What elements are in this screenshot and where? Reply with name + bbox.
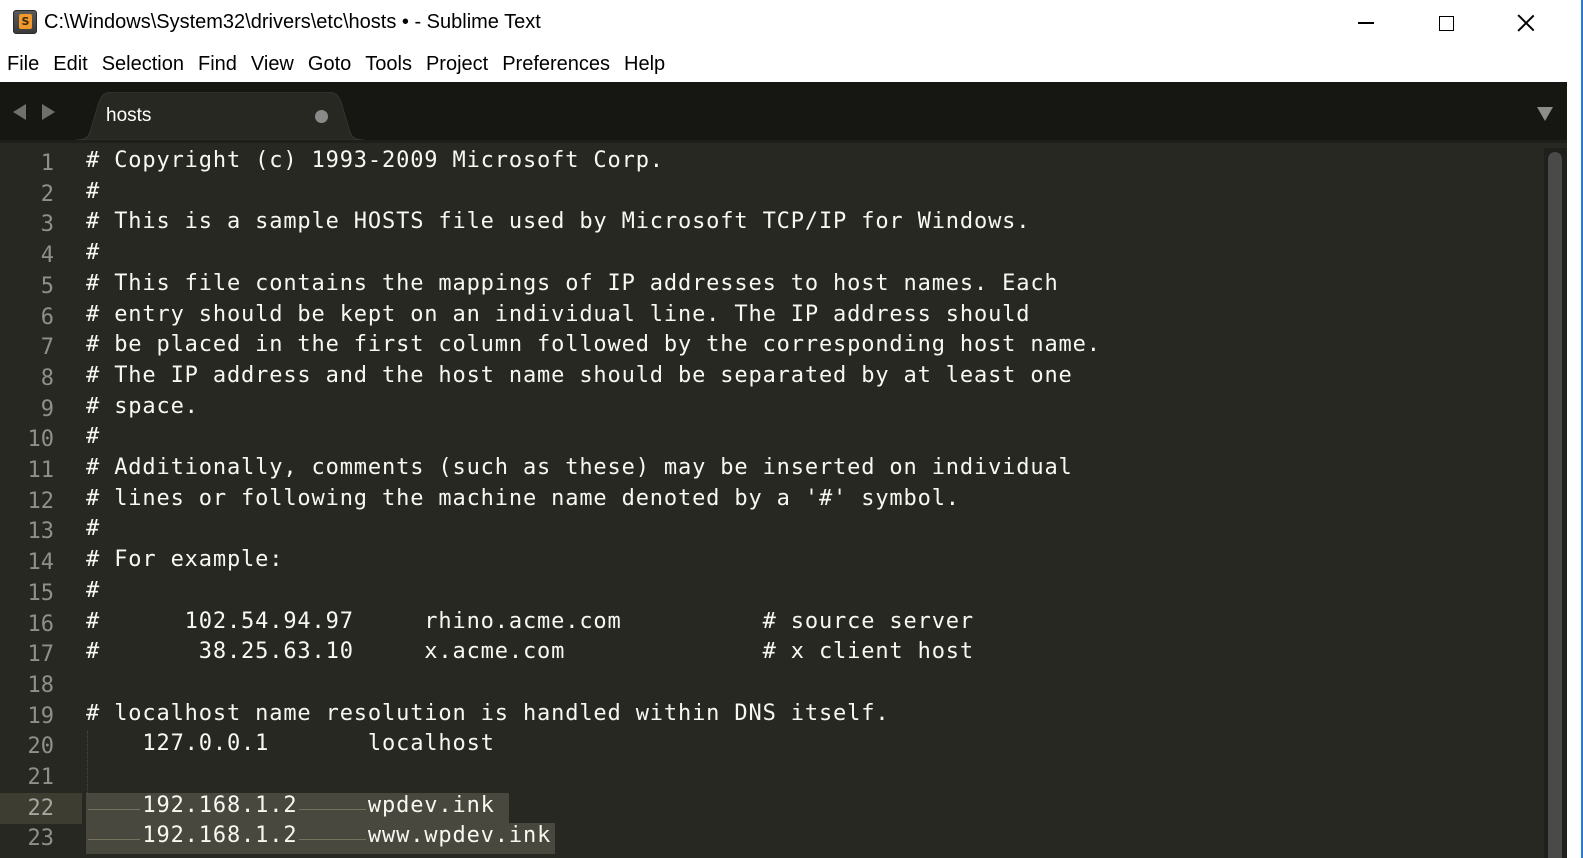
- code-line[interactable]: #: [86, 578, 100, 609]
- menu-find[interactable]: Find: [191, 46, 244, 82]
- code-line[interactable]: # This file contains the mappings of IP …: [86, 271, 1059, 302]
- menu-project[interactable]: Project: [419, 46, 495, 82]
- line-number: 7: [40, 335, 54, 361]
- ip-address: 192.168.1.2: [142, 823, 298, 849]
- minimize-button[interactable]: [1326, 0, 1406, 46]
- code-line[interactable]: # 38.25.63.10 x.acme.com # x client host: [86, 639, 974, 670]
- menu-file[interactable]: File: [0, 46, 46, 82]
- code-line[interactable]: # 102.54.94.97 rhino.acme.com # source s…: [86, 609, 974, 640]
- code-line[interactable]: # lines or following the machine name de…: [86, 486, 960, 517]
- line-number: 2: [40, 181, 54, 207]
- menu-view[interactable]: View: [244, 46, 301, 82]
- next-tab-arrow-icon[interactable]: [42, 104, 55, 120]
- unsaved-dot-icon[interactable]: [315, 110, 328, 123]
- code-line[interactable]: # Additionally, comments (such as these)…: [86, 455, 1073, 486]
- tab-label: hosts: [106, 105, 152, 126]
- menu-goto[interactable]: Goto: [301, 46, 358, 82]
- line-number: 20: [27, 734, 55, 760]
- line-number: 1: [40, 151, 54, 176]
- tab-whitespace-marker: [86, 823, 142, 848]
- ip-address: 192.168.1.2: [142, 792, 298, 818]
- minimize-icon: [1358, 22, 1374, 24]
- code-line[interactable]: # space.: [86, 394, 199, 425]
- tab-list-dropdown-icon[interactable]: [1537, 107, 1553, 121]
- menu-help[interactable]: Help: [617, 46, 672, 82]
- tab-hosts[interactable]: hosts: [75, 92, 365, 140]
- code-line[interactable]: # The IP address and the host name shoul…: [86, 363, 1073, 394]
- code-line[interactable]: 192.168.1.2 wpdev.ink: [86, 793, 495, 824]
- line-number: 21: [27, 765, 55, 790]
- code-line[interactable]: # This is a sample HOSTS file used by Mi…: [86, 209, 1030, 240]
- menu-selection[interactable]: Selection: [95, 46, 191, 82]
- line-number: 9: [40, 396, 54, 422]
- code-line[interactable]: # Copyright (c) 1993-2009 Microsoft Corp…: [86, 148, 664, 179]
- tab-whitespace-marker: [86, 793, 142, 818]
- line-number: 13: [27, 519, 55, 545]
- line-number: 11: [27, 458, 55, 483]
- line-number: 6: [40, 304, 54, 330]
- code-line[interactable]: 192.168.1.2 www.wpdev.ink: [86, 823, 551, 854]
- line-number: 4: [40, 243, 54, 269]
- line-number-gutter: 1 2 3 4 5 6 7 8 9 10 11 12 13 14 15 16 17 18 19 20 21 22 23: [0, 143, 86, 858]
- line-number: 16: [27, 611, 55, 637]
- editor[interactable]: 1 2 3 4 5 6 7 8 9 10 11 12 13 14 15 16 17 18 19 20 21 22 23 # …: [0, 140, 1567, 858]
- line-number: 12: [27, 488, 55, 514]
- line-number: 23: [27, 826, 55, 852]
- close-icon: [1517, 14, 1535, 32]
- code-line[interactable]: # For example:: [86, 547, 283, 578]
- scrollbar-thumb[interactable]: [1548, 152, 1562, 858]
- menu-bar: File Edit Selection Find View Goto Tools…: [0, 46, 1583, 82]
- code-line[interactable]: # entry should be kept on an individual …: [86, 302, 1030, 333]
- code-line[interactable]: #: [86, 240, 100, 271]
- code-line[interactable]: #: [86, 424, 100, 455]
- line-number: 3: [40, 212, 54, 238]
- line-number: 22: [27, 795, 55, 821]
- maximize-button[interactable]: [1406, 0, 1486, 46]
- line-number: 17: [27, 642, 55, 668]
- line-number: 5: [40, 273, 54, 299]
- tab-whitespace-marker: [297, 823, 367, 848]
- code-line[interactable]: 127.0.0.1 localhost: [86, 731, 495, 762]
- menu-edit[interactable]: Edit: [46, 46, 94, 82]
- menu-preferences[interactable]: Preferences: [495, 46, 617, 82]
- indent-guide: [87, 731, 88, 793]
- line-number: 15: [27, 580, 55, 606]
- line-number: 19: [27, 703, 55, 729]
- window-edge: [1567, 82, 1581, 858]
- sublime-text-icon: S: [13, 10, 37, 34]
- window-title: C:\Windows\System32\drivers\etc\hosts • …: [44, 11, 541, 33]
- tab-whitespace-marker: [297, 793, 367, 818]
- line-number: 14: [27, 550, 55, 576]
- code-line[interactable]: # localhost name resolution is handled w…: [86, 701, 889, 732]
- code-line[interactable]: #: [86, 179, 100, 210]
- menu-tools[interactable]: Tools: [358, 46, 419, 82]
- code-line[interactable]: #: [86, 516, 100, 547]
- hostname: www.wpdev.ink: [367, 823, 552, 849]
- line-number: 10: [27, 427, 55, 453]
- code-line[interactable]: # be placed in the first column followed…: [86, 332, 1101, 363]
- line-number: 18: [27, 672, 55, 698]
- maximize-icon: [1438, 15, 1454, 31]
- hostname: wpdev.ink: [367, 792, 495, 818]
- close-button[interactable]: [1486, 0, 1566, 46]
- previous-tab-arrow-icon[interactable]: [13, 104, 26, 120]
- title-bar: S C:\Windows\System32\drivers\etc\hosts …: [0, 0, 1583, 46]
- line-number: 8: [40, 365, 54, 391]
